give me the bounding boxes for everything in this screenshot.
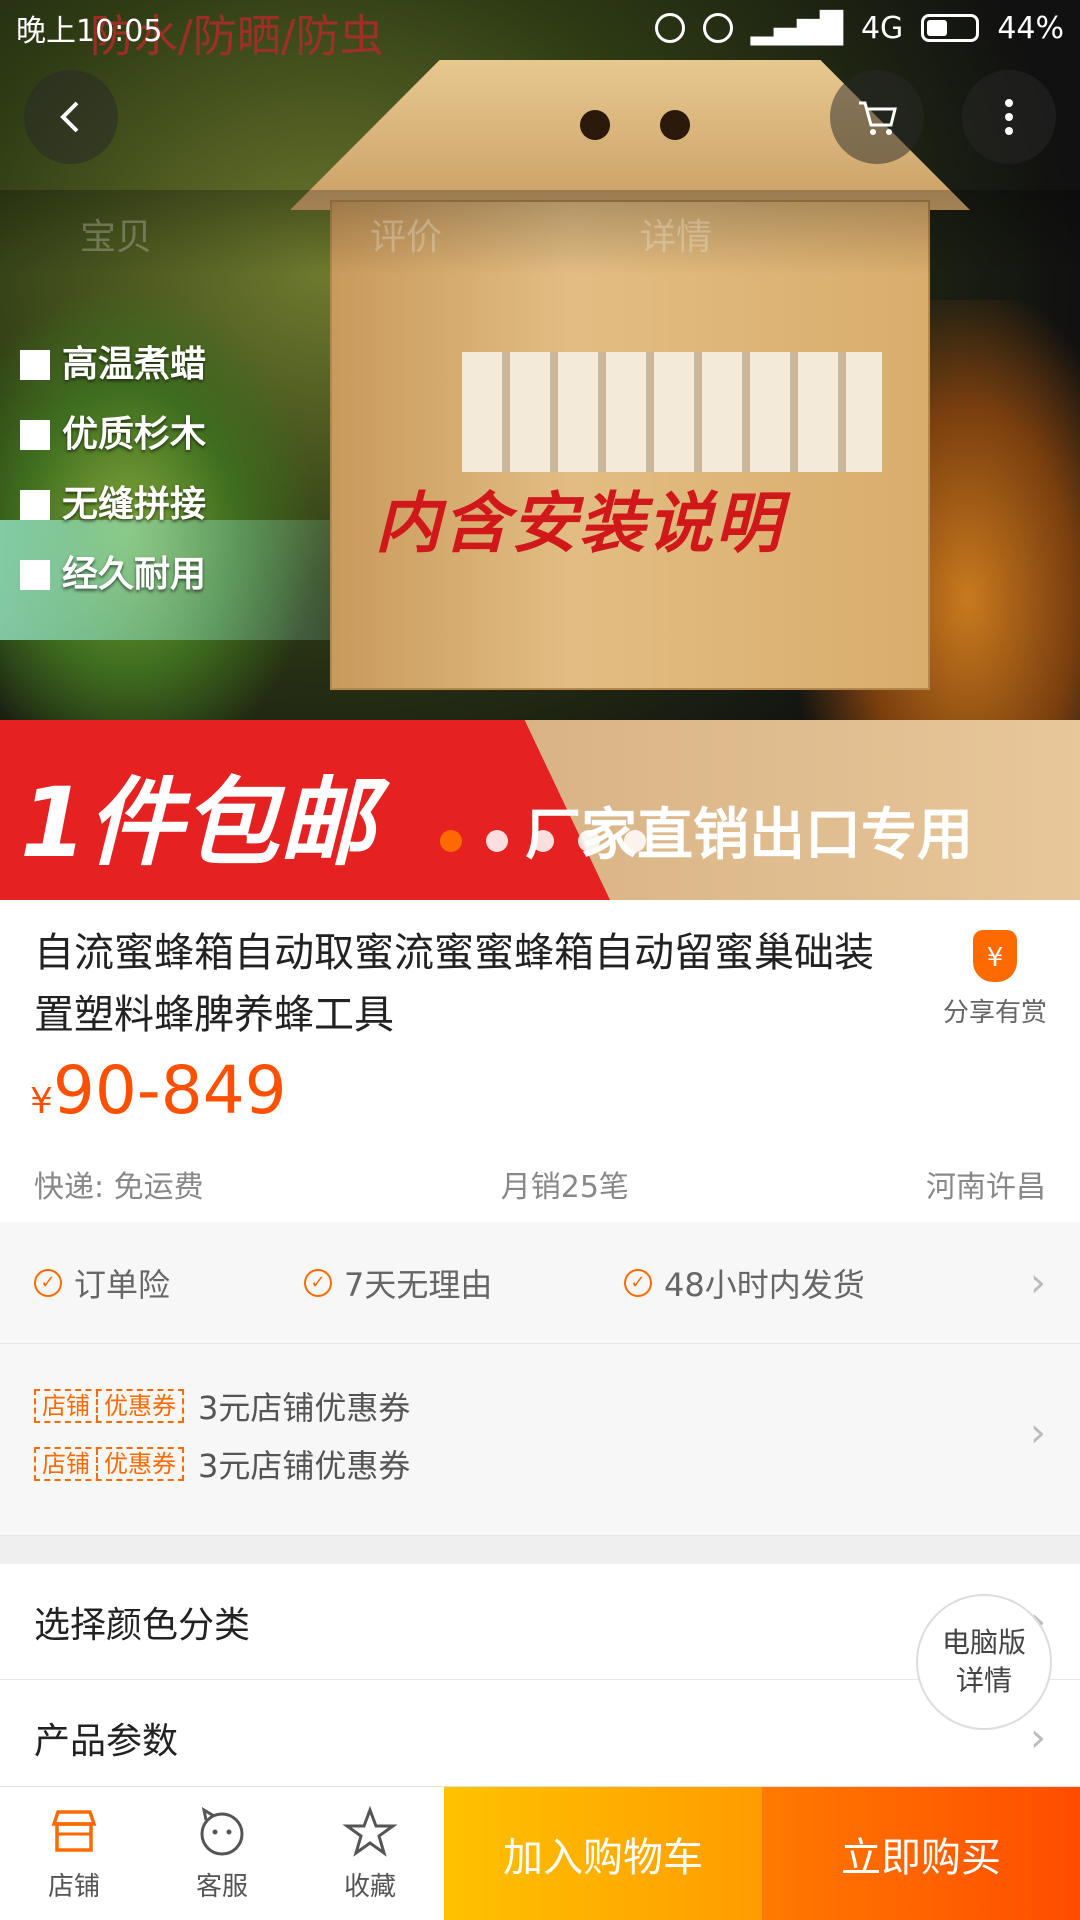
coupon-row: 店铺 优惠券 3元店铺优惠券 [34,1384,410,1428]
beehive-hole [660,110,690,140]
feature-bullet-list: 高温煮蜡 优质杉木 无缝拼接 经久耐用 [20,340,206,620]
install-instructions-banner: 内含安装说明 [375,485,783,562]
pc-details-label: 详情 [955,1664,1012,1697]
ghost-tabs: 宝贝 评价 详情 [0,190,1080,275]
free-shipping-text: 1件包邮 [20,767,375,879]
beehive-hole [580,110,610,140]
chevron-left-icon [60,101,79,133]
service-label: 客服 [195,1872,248,1902]
coupon-section[interactable]: 店铺 优惠券 3元店铺优惠券 店铺 优惠券 3元店铺优惠券 › [0,1344,1080,1536]
check-circle-icon: ✓ [624,1268,652,1297]
battery-percent: 44% [997,10,1064,46]
add-to-cart-button[interactable]: 加入购物车 [444,1787,762,1920]
feature-bullet: 无缝拼接 [20,480,206,550]
product-info-section: 自流蜜蜂箱自动取蜜流蜜蜜蜂箱自动留蜜巢础装置塑料蜂脾养蜂工具 ¥ 分享有赏 ¥9… [0,900,1080,1222]
pc-version-details-button[interactable]: 电脑版 详情 [916,1594,1052,1730]
coupon-tag-coupon: 优惠券 [96,1391,182,1421]
product-detail-page: 防水/防晒/防虫 宝贝 评价 详情 高温煮蜡 优质杉木 无缝拼接 经久耐用 内含… [0,0,1080,1920]
coupon-text: 3元店铺优惠券 [198,1447,411,1485]
shop-button[interactable]: 店铺 [0,1787,148,1920]
cart-icon [859,101,897,135]
product-title: 自流蜜蜂箱自动取蜜流蜜蜜蜂箱自动留蜜巢础装置塑料蜂脾养蜂工具 [34,930,874,1038]
guarantee-item: ✓ 48小时内发货 [624,1260,865,1306]
bottom-action-bar: 店铺 客服 收藏 加入购物车 立即购买 [0,1786,1080,1920]
mute-icon [654,13,685,43]
customer-service-button[interactable]: 客服 [148,1787,296,1920]
carousel-dot [486,830,508,852]
monthly-sales: 月销25笔 [500,1170,629,1205]
carousel-dot [624,830,646,852]
coupon-tag: 店铺 优惠券 [34,1447,184,1481]
ship-from-location: 河南许昌 [926,1170,1046,1205]
carousel-dot [440,830,462,852]
pc-version-label: 电脑版 [941,1626,1026,1659]
network-type: 4G [860,10,904,46]
shop-label: 店铺 [47,1872,100,1902]
carousel-dot [578,830,600,852]
carousel-dot [532,830,554,852]
promo-ribbon: 1件包邮 厂家直销出口专用 [0,720,1080,900]
money-bag-icon: ¥ [973,930,1017,982]
beehive-frames [462,352,882,472]
feature-bullet: 优质杉木 [20,410,206,480]
favorite-button[interactable]: 收藏 [296,1787,444,1920]
cart-button[interactable] [830,70,924,164]
currency-symbol: ¥ [30,1081,53,1122]
price-value: 90-849 [52,1052,287,1129]
section-divider [0,1536,1080,1564]
chevron-right-icon: › [1030,1259,1046,1306]
guarantee-label: 48小时内发货 [664,1265,865,1304]
coupon-tag: 店铺 优惠券 [34,1389,184,1423]
product-price: ¥90-849 [30,1052,287,1129]
signal-icon: ▂▄▆█ [750,10,843,46]
chevron-right-icon: › [1030,1714,1046,1761]
coupon-text: 3元店铺优惠券 [198,1389,411,1427]
share-reward-button[interactable]: ¥ 分享有赏 [940,930,1050,1029]
guarantee-label: 7天无理由 [344,1265,493,1304]
back-button[interactable] [24,70,118,164]
alarm-icon [702,13,733,43]
carousel-indicator [440,830,646,852]
check-circle-icon: ✓ [34,1268,62,1297]
coupon-tag-shop: 店铺 [42,1392,90,1420]
battery-icon [921,14,980,42]
feature-bullet: 高温煮蜡 [20,340,206,410]
customer-service-icon [200,1806,244,1856]
ghost-tab-item: 宝贝 [80,217,153,258]
star-icon [342,1805,398,1857]
beehive-product-image [290,60,970,700]
select-color-label: 选择颜色分类 [34,1604,251,1646]
shipping-info: 快递: 免运费 [34,1170,204,1205]
buy-now-button[interactable]: 立即购买 [762,1787,1080,1920]
coupon-tag-shop: 店铺 [42,1450,90,1478]
status-icons: ▂▄▆█ 4G 44% [654,10,1064,46]
share-reward-label: 分享有赏 [942,998,1047,1028]
more-button[interactable] [962,70,1056,164]
product-meta-row: 快递: 免运费 月销25笔 河南许昌 [0,1162,1080,1212]
chevron-right-icon: › [1030,1410,1046,1456]
coupon-row: 店铺 优惠券 3元店铺优惠券 [34,1442,410,1486]
status-bar: 晚上10:05 ▂▄▆█ 4G 44% [0,0,1080,56]
product-params-label: 产品参数 [34,1720,179,1762]
guarantee-label: 订单险 [74,1265,171,1304]
more-vertical-icon [1005,99,1013,135]
shop-icon [51,1810,97,1852]
favorite-label: 收藏 [343,1872,396,1902]
ghost-tab-reviews: 评价 [370,217,443,258]
service-guarantees[interactable]: ✓ 订单险 ✓ 7天无理由 ✓ 48小时内发货 › [0,1222,1080,1344]
guarantee-item: ✓ 7天无理由 [304,1260,624,1306]
coupon-tag-coupon: 优惠券 [96,1449,182,1479]
check-circle-icon: ✓ [304,1268,332,1297]
status-time: 晚上10:05 [16,14,163,49]
ghost-tab-details: 详情 [640,217,713,258]
feature-bullet: 经久耐用 [20,550,206,620]
product-params-row[interactable]: 产品参数 › [0,1680,1080,1796]
guarantee-item: ✓ 订单险 [34,1260,304,1306]
